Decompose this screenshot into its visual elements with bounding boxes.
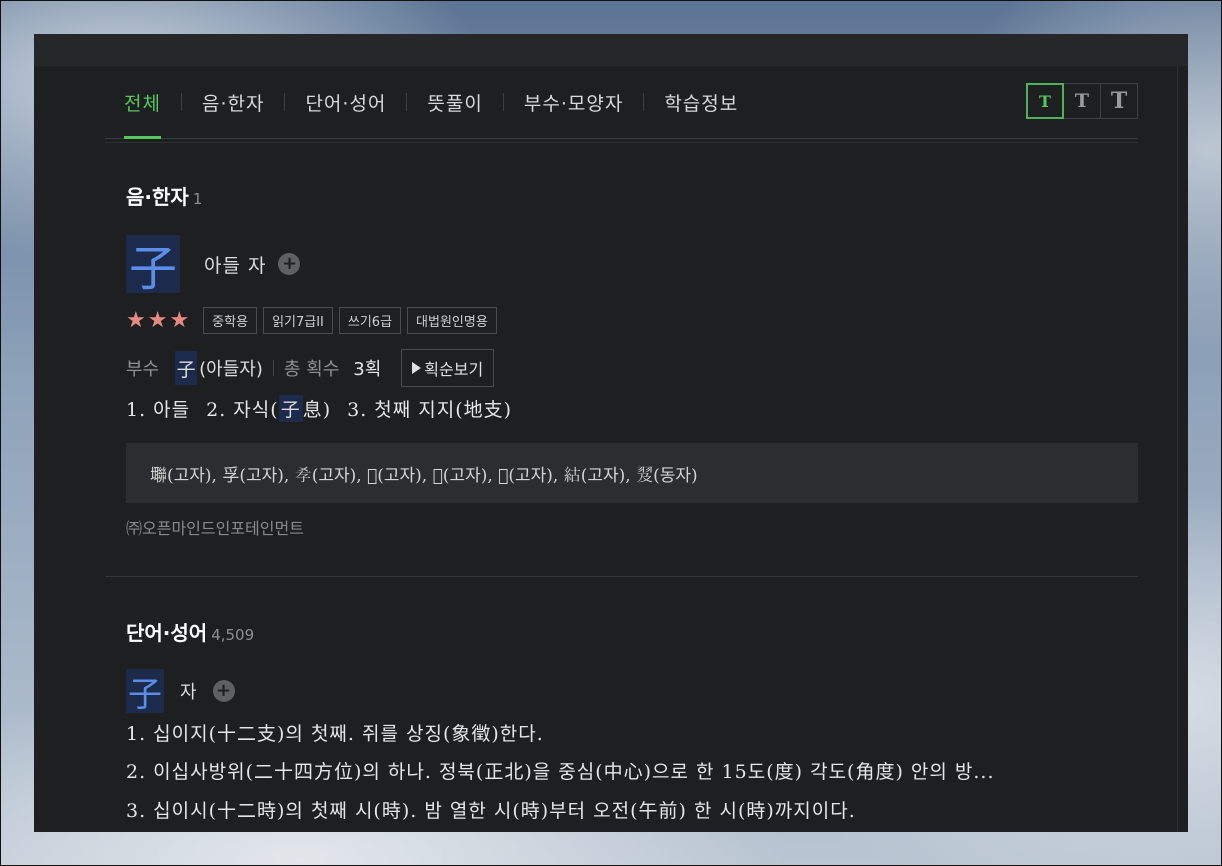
divider [272, 360, 274, 376]
main-content: 전체 음·한자 단어·성어 뜻풀이 부수·모양자 학습정보 T T T 음·한자… [105, 66, 1138, 832]
tab-sound-hanja[interactable]: 음·한자 [202, 66, 264, 138]
tab-list: 전체 음·한자 단어·성어 뜻풀이 부수·모양자 학습정보 [124, 66, 738, 139]
word-reading[interactable]: 자 [180, 678, 197, 704]
stroke-order-button[interactable]: 획순보기 [401, 349, 495, 387]
tab-all[interactable]: 전체 [124, 66, 161, 139]
section-divider [105, 576, 1138, 577]
word-section-heading: 단어·성어 4,509 [126, 617, 254, 646]
hanja-tags-row: ★★★ 중학용 읽기7급II 쓰기6급 대법원인명용 [126, 307, 503, 334]
font-size-medium-button[interactable]: T [1063, 83, 1101, 119]
tab-study-info[interactable]: 학습정보 [664, 66, 738, 138]
meaning-2-highlight[interactable]: 子 [278, 395, 303, 422]
hanja-entry-header: 子 아들 자 + [126, 235, 301, 297]
section-count: 1 [192, 190, 203, 208]
word-section: 단어·성어 4,509 子 자 + 1. 십이지(十二支)의 첫째. 쥐를 상징(… [105, 585, 1138, 832]
tab-divider [180, 93, 182, 111]
section-count: 4,509 [211, 626, 255, 644]
meaning-2-prefix: 2. 자식( [206, 399, 279, 421]
dictionary-window: 전체 음·한자 단어·성어 뜻풀이 부수·모양자 학습정보 T T T 음·한자… [34, 34, 1188, 832]
meaning-1: 1. 아들 [126, 399, 191, 421]
word-definition-1: 1. 십이지(十二支)의 첫째. 쥐를 상징(象徵)한다. [126, 723, 544, 745]
tab-divider [284, 93, 286, 111]
tab-divider [643, 93, 645, 111]
meaning-3: 3. 첫째 지지(地支) [347, 399, 513, 421]
radical-stroke-row: 부수 子 (아들자) 총 획수 3획 획순보기 [126, 349, 495, 387]
hanja-section-heading: 음·한자 1 [126, 181, 202, 210]
importance-stars: ★★★ [126, 308, 192, 333]
hanja-character[interactable]: 子 [126, 235, 180, 297]
radical-label: 부수 [126, 359, 160, 380]
tab-bar: 전체 음·한자 단어·성어 뜻풀이 부수·모양자 학습정보 T T T [105, 66, 1138, 143]
section-title: 음·한자 [126, 185, 189, 209]
hanja-reading[interactable]: 아들 자 [204, 251, 266, 278]
scrollbar-track[interactable] [1177, 66, 1178, 832]
related-characters-box: 壣(고자), 孚(고자), 𡥉(고자), 𢍉(고자), 𢍉(고자), 𤔺(고자)… [126, 443, 1138, 503]
tab-words-idioms[interactable]: 단어·성어 [305, 66, 386, 138]
hanja-meanings: 1. 아들 2. 자식( 子 息) 3. 첫째 지지(地支) [126, 395, 512, 422]
tab-divider [406, 93, 408, 111]
tab-definitions[interactable]: 뜻풀이 [427, 66, 482, 138]
tab-divider [502, 93, 504, 111]
tag-name-use: 대법원인명용 [407, 307, 497, 334]
stroke-order-label: 획순보기 [424, 360, 484, 379]
tag-reading-grade: 읽기7급II [263, 307, 333, 334]
window-titlebar [34, 34, 1188, 66]
hanja-section: 음·한자 1 子 아들 자 + ★★★ 중학용 읽기7급II 쓰기6급 대법원인명… [105, 139, 1138, 585]
tag-writing-grade: 쓰기6급 [338, 307, 402, 334]
play-icon [412, 362, 422, 374]
tag-middle-school: 중학용 [203, 307, 258, 334]
source-credit: ㈜오픈마인드인포테인먼트 [126, 519, 304, 538]
font-size-large-button[interactable]: T [1100, 83, 1138, 119]
radical-character[interactable]: 子 [175, 351, 198, 385]
meaning-2-suffix: 息) [302, 399, 332, 421]
word-entry-header: 子 자 + [126, 669, 235, 715]
add-to-vocab-button[interactable]: + [278, 253, 301, 275]
add-to-vocab-button[interactable]: + [212, 680, 235, 702]
font-size-controls: T T T [1026, 83, 1138, 119]
stroke-count: 3획 [353, 359, 382, 380]
word-character[interactable]: 子 [126, 669, 164, 715]
word-definition-3: 3. 십이시(十二時)의 첫째 시(時). 밤 열한 시(時)부터 오전(午前)… [126, 800, 856, 822]
related-characters[interactable]: 壣(고자), 孚(고자), 𡥉(고자), 𢍉(고자), 𢍉(고자), 𤔺(고자)… [150, 466, 698, 486]
section-title: 단어·성어 [126, 621, 208, 645]
tab-radical-shape[interactable]: 부수·모양자 [524, 66, 623, 138]
font-size-small-button[interactable]: T [1026, 83, 1064, 119]
stroke-label: 총 획수 [283, 359, 340, 380]
word-definition-2: 2. 이십사방위(二十四方位)의 하나. 정북(正北)을 중심(中心)으로 한 … [126, 761, 995, 783]
radical-name: (아들자) [199, 359, 263, 380]
